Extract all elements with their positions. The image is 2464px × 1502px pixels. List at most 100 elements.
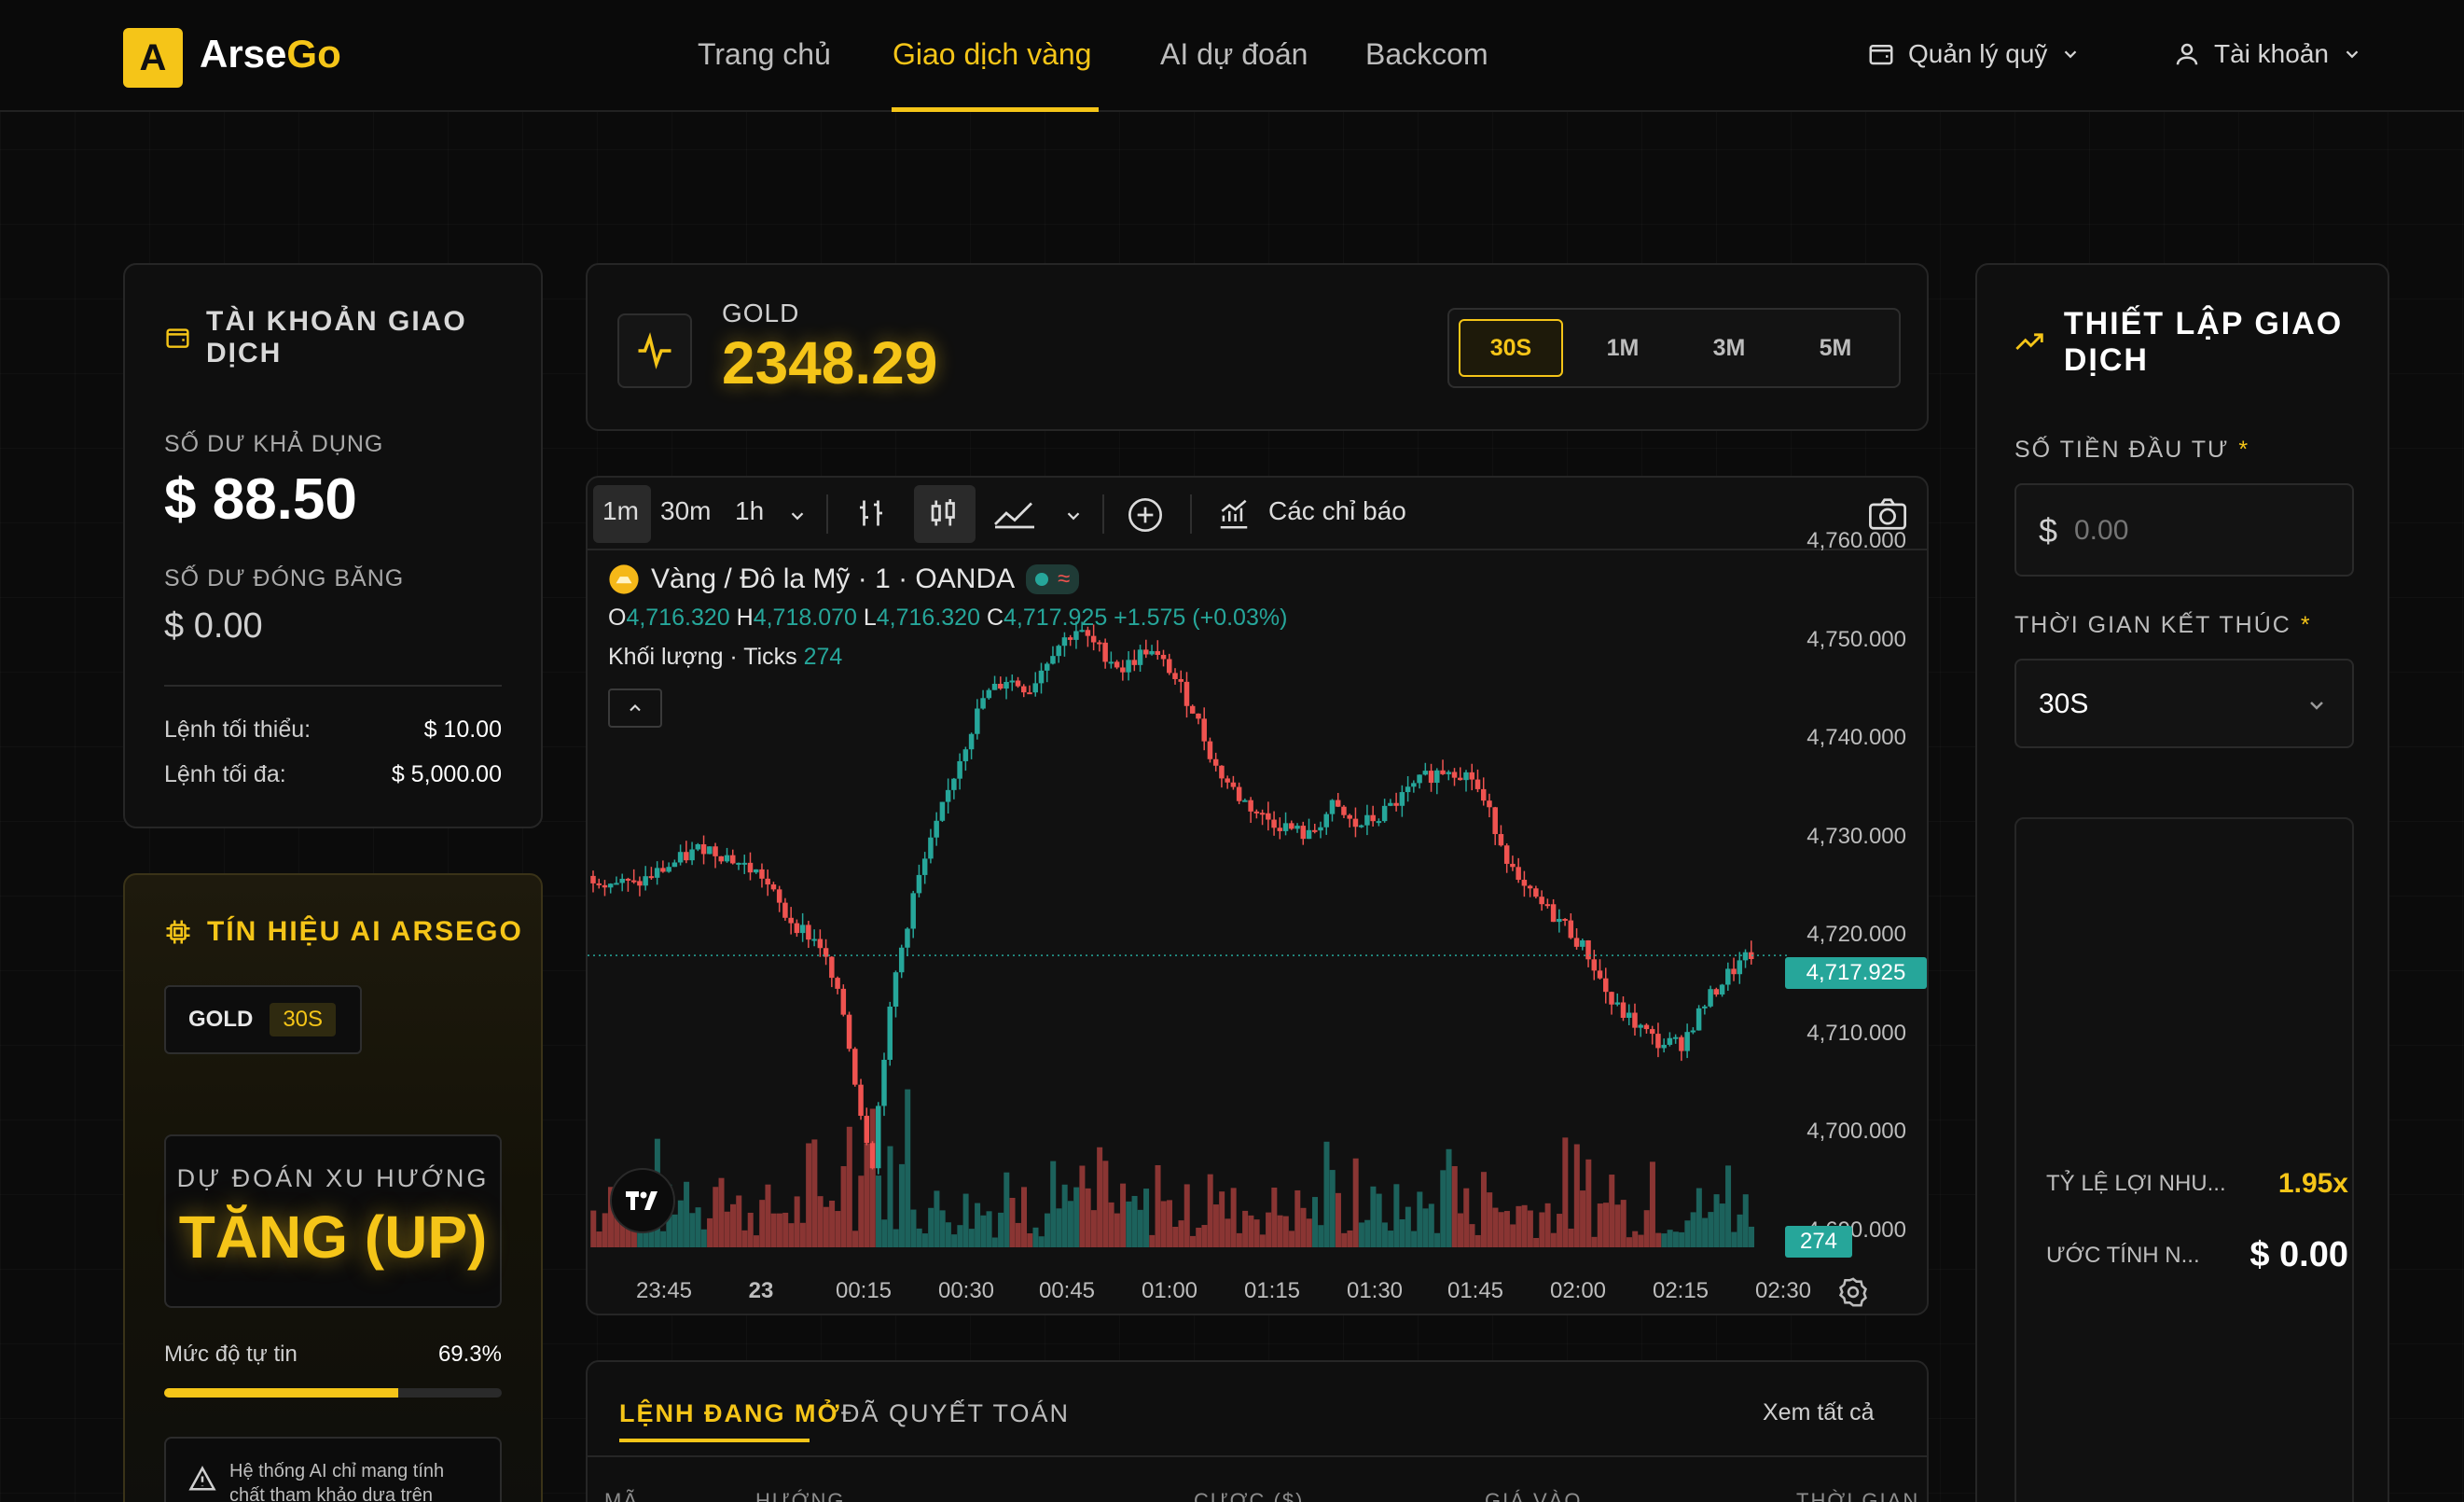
candle-body	[1381, 805, 1388, 822]
candle-body	[1230, 782, 1237, 787]
min-order-row: Lệnh tối thiểu: $ 10.00	[164, 716, 502, 743]
candle-body	[869, 1143, 876, 1169]
volume-bar	[1696, 1188, 1702, 1247]
candle-body	[1282, 823, 1289, 831]
candle-body	[648, 876, 655, 879]
candle-body	[1085, 630, 1091, 636]
volume-bar	[1347, 1230, 1353, 1247]
candle-body	[980, 698, 986, 709]
candle-body	[730, 855, 736, 864]
volume-bar	[1184, 1184, 1190, 1247]
candle-body	[607, 883, 614, 888]
chart-settings-icon[interactable]	[1837, 1276, 1869, 1308]
candle-body	[1480, 788, 1487, 801]
chevron-down-icon[interactable]	[787, 506, 808, 526]
chevron-down-icon[interactable]	[1063, 506, 1084, 526]
volume-bar	[1120, 1183, 1127, 1247]
candle-body	[1167, 659, 1172, 674]
indicators-icon[interactable]	[1216, 496, 1252, 532]
candle-body	[1189, 705, 1196, 714]
nav-backcom[interactable]: Backcom	[1365, 37, 1488, 72]
volume-bar	[921, 1233, 928, 1247]
candle-body	[1632, 1012, 1638, 1028]
indicators-button[interactable]: Các chỉ báo	[1268, 496, 1406, 526]
volume-bar	[980, 1215, 987, 1247]
candlestick-icon[interactable]	[927, 496, 961, 530]
price-axis-label: 4,720.000	[1806, 922, 1906, 948]
candle-body	[643, 876, 648, 886]
volume-bar	[1440, 1170, 1447, 1247]
volume-bar	[1690, 1212, 1696, 1247]
volume-bar	[852, 1231, 859, 1247]
candle-body	[684, 852, 689, 861]
candlestick-chart[interactable]	[588, 552, 1929, 1261]
volume-bar	[1411, 1231, 1418, 1247]
tab-open-orders[interactable]: LỆNH ĐANG MỞ	[619, 1399, 841, 1428]
candle-body	[887, 1007, 893, 1061]
frozen-balance-value: $ 0.00	[164, 606, 263, 646]
chart-tf-30m[interactable]: 30m	[660, 496, 711, 526]
candle-body	[1219, 765, 1225, 779]
tf-5m-button[interactable]: 5M	[1783, 319, 1888, 377]
volume-bar	[968, 1229, 975, 1247]
volume-bar	[741, 1230, 748, 1247]
volume-bar	[1667, 1230, 1673, 1247]
chevron-down-icon	[2065, 50, 2077, 59]
volume-bar	[1725, 1165, 1732, 1247]
add-plus-icon[interactable]	[1127, 496, 1164, 534]
candle-body	[1388, 802, 1393, 806]
volume-bar	[684, 1181, 690, 1247]
volume-bar	[1737, 1214, 1743, 1247]
volume-bar	[1323, 1141, 1330, 1247]
amount-input[interactable]	[2074, 508, 2335, 554]
candle-body	[1056, 646, 1061, 657]
chart-tf-1m[interactable]: 1m	[602, 496, 639, 526]
volume-bar	[934, 1190, 940, 1247]
volume-bar	[939, 1210, 946, 1247]
chart-tf-1h[interactable]: 1h	[735, 496, 764, 526]
volume-bar	[916, 1228, 922, 1247]
tf-1m-button[interactable]: 1M	[1571, 319, 1675, 377]
candle-body	[753, 869, 759, 873]
candle-body	[817, 939, 824, 949]
amount-label: SỐ TIỀN ĐẦU TƯ *	[2014, 437, 2250, 463]
nav-home[interactable]: Trang chủ	[698, 37, 831, 72]
candle-body	[794, 923, 800, 934]
nav-ai-predict[interactable]: AI dự đoán	[1160, 37, 1308, 72]
bar-chart-type-icon[interactable]	[854, 496, 888, 530]
end-time-select[interactable]: 30S	[2014, 659, 2354, 748]
volume-bar	[1713, 1194, 1720, 1247]
volume-bar	[765, 1184, 771, 1247]
volume-bar	[975, 1203, 981, 1247]
candle-body	[1451, 772, 1458, 778]
fund-menu[interactable]: Quản lý quỹ	[1867, 39, 2081, 69]
volume-bar	[1090, 1210, 1097, 1247]
tf-3m-button[interactable]: 3M	[1677, 319, 1781, 377]
amount-field[interactable]: $	[2014, 483, 2354, 577]
tradingview-logo[interactable]	[610, 1168, 675, 1233]
account-menu[interactable]: Tài khoản	[2173, 39, 2362, 69]
candle-body	[1679, 1036, 1684, 1051]
nav-gold-trading[interactable]: Giao dịch vàng	[893, 37, 1091, 72]
tab-settled-orders[interactable]: ĐÃ QUYẾT TOÁN	[841, 1399, 1070, 1428]
volume-bar	[718, 1177, 725, 1247]
tf-30s-button[interactable]: 30S	[1459, 319, 1563, 377]
divider	[164, 685, 502, 687]
price-axis-label: 4,700.000	[1806, 1119, 1906, 1145]
volume-bar	[1306, 1218, 1312, 1247]
logo-mark[interactable]: A	[123, 28, 183, 88]
candle-body	[1487, 800, 1492, 808]
volume-bar	[590, 1210, 597, 1247]
volume-bar	[1108, 1202, 1114, 1247]
volume-bar	[928, 1207, 934, 1247]
volume-bar	[887, 1146, 893, 1247]
ai-asset-selector[interactable]: GOLD 30S	[164, 985, 362, 1054]
camera-icon[interactable]	[1867, 496, 1908, 532]
candle-body	[695, 843, 701, 850]
candle-body	[1289, 823, 1294, 829]
logo-text[interactable]: ArseGo	[200, 32, 341, 76]
area-chart-icon[interactable]	[992, 496, 1037, 530]
candle-body	[1469, 772, 1474, 780]
volume-bar	[747, 1212, 754, 1247]
view-all-link[interactable]: Xem tất cả	[1763, 1399, 1875, 1426]
